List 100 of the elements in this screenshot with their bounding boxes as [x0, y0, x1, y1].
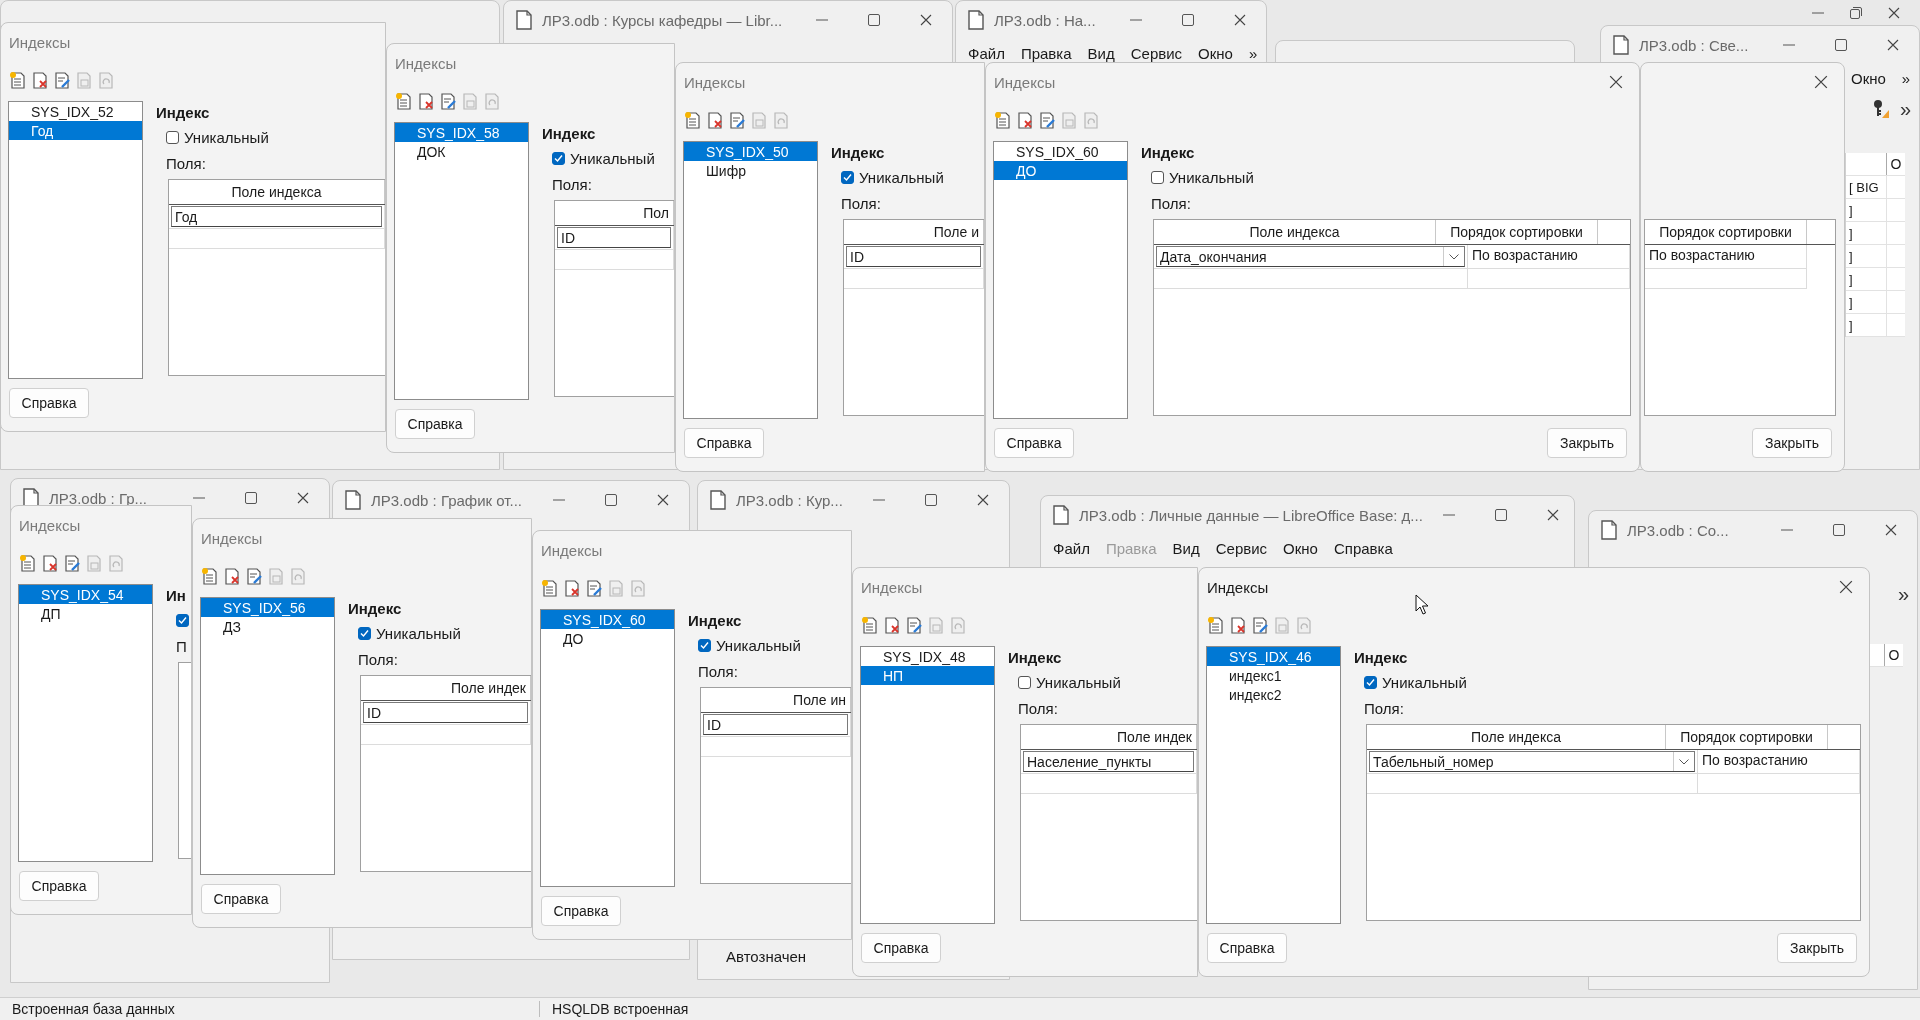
delete-document-icon[interactable]	[563, 579, 581, 597]
text-field[interactable]: ID	[846, 246, 981, 267]
maximize-icon[interactable]	[245, 492, 257, 504]
index-list-item[interactable]: ДОК	[395, 142, 528, 161]
new-document-icon[interactable]	[9, 71, 27, 89]
dropdown-field[interactable]: Табельный_номер	[1369, 751, 1695, 772]
index-list-item[interactable]: ДО	[994, 161, 1127, 180]
menu-item[interactable]: Вид	[1087, 45, 1115, 62]
index-list-item[interactable]: индекс2	[1207, 685, 1340, 704]
edit-document-icon[interactable]	[1038, 111, 1056, 129]
text-field[interactable]: ID	[363, 702, 528, 723]
close-icon[interactable]	[1888, 6, 1900, 19]
help-button[interactable]: Справка	[994, 428, 1074, 458]
edit-document-icon[interactable]	[439, 92, 457, 110]
close-icon[interactable]	[1546, 509, 1559, 521]
close-icon[interactable]	[1814, 75, 1828, 89]
close-icon[interactable]	[1234, 14, 1246, 26]
close-icon[interactable]	[1839, 580, 1853, 594]
checkbox[interactable]	[176, 613, 189, 627]
checkbox[interactable]	[1018, 675, 1031, 689]
minimize-icon[interactable]	[1442, 514, 1455, 516]
delete-document-icon[interactable]	[883, 616, 901, 634]
maximize-icon[interactable]	[868, 14, 880, 26]
close-icon[interactable]	[297, 492, 309, 504]
menu-item[interactable]: Файл	[1053, 540, 1090, 557]
menu-item[interactable]: Вид	[1172, 540, 1200, 557]
maximize-icon[interactable]	[1182, 14, 1194, 26]
minimize-icon[interactable]	[1812, 11, 1824, 14]
close-icon[interactable]	[977, 494, 989, 506]
index-list-item[interactable]: ДЗ	[201, 617, 334, 636]
key-icon[interactable]	[1871, 99, 1890, 119]
text-field[interactable]: Год	[171, 206, 382, 227]
new-document-icon[interactable]	[994, 111, 1012, 129]
index-list-item[interactable]: SYS_IDX_46	[1207, 647, 1340, 666]
help-button[interactable]: Справка	[684, 428, 764, 458]
delete-document-icon[interactable]	[41, 554, 59, 572]
new-document-icon[interactable]	[201, 567, 219, 585]
index-list-item[interactable]: Год	[9, 121, 142, 140]
index-list-item[interactable]: ДО	[541, 629, 674, 648]
edit-document-icon[interactable]	[245, 567, 263, 585]
new-document-icon[interactable]	[541, 579, 559, 597]
delete-document-icon[interactable]	[31, 71, 49, 89]
close-dialog-button[interactable]: Закрыть	[1547, 428, 1627, 458]
menu-item[interactable]: »	[1901, 70, 1911, 87]
menu-item[interactable]: Окно	[1851, 70, 1886, 87]
text-field[interactable]: ID	[703, 714, 848, 735]
index-list-item[interactable]: индекс1	[1207, 666, 1340, 685]
new-document-icon[interactable]	[395, 92, 413, 110]
index-list-item[interactable]: ДП	[19, 604, 152, 623]
checkbox[interactable]	[166, 130, 179, 144]
delete-document-icon[interactable]	[417, 92, 435, 110]
menu-item[interactable]: Файл	[968, 45, 1005, 62]
checkbox[interactable]	[698, 638, 711, 652]
checkbox[interactable]	[1151, 170, 1164, 184]
help-button[interactable]: Справка	[861, 933, 941, 963]
toolbar-overflow-button[interactable]: »	[1899, 97, 1911, 121]
index-list-item[interactable]: НП	[861, 666, 994, 685]
new-document-icon[interactable]	[684, 111, 702, 129]
checkbox[interactable]	[1364, 675, 1377, 689]
edit-document-icon[interactable]	[1251, 616, 1269, 634]
menu-item[interactable]: »	[1248, 45, 1258, 62]
new-document-icon[interactable]	[19, 554, 37, 572]
delete-document-icon[interactable]	[706, 111, 724, 129]
maximize-icon[interactable]	[1833, 524, 1845, 536]
checkbox[interactable]	[841, 170, 854, 184]
help-button[interactable]: Справка	[201, 884, 281, 914]
maximize-icon[interactable]	[925, 494, 937, 506]
close-dialog-button[interactable]: Закрыть	[1752, 428, 1832, 458]
close-icon[interactable]	[1609, 75, 1623, 89]
menu-item[interactable]: Сервис	[1130, 45, 1183, 62]
index-list-item[interactable]: SYS_IDX_50	[684, 142, 817, 161]
maximize-icon[interactable]	[1835, 39, 1847, 51]
maximize-icon[interactable]	[605, 494, 617, 506]
delete-document-icon[interactable]	[1016, 111, 1034, 129]
delete-document-icon[interactable]	[223, 567, 241, 585]
index-list-item[interactable]: SYS_IDX_52	[9, 102, 142, 121]
edit-document-icon[interactable]	[585, 579, 603, 597]
index-list-item[interactable]: SYS_IDX_58	[395, 123, 528, 142]
close-icon[interactable]	[920, 14, 932, 26]
text-field[interactable]: ID	[557, 227, 671, 248]
help-button[interactable]: Справка	[1207, 933, 1287, 963]
restore-icon[interactable]	[1850, 6, 1862, 19]
close-icon[interactable]	[657, 494, 669, 506]
index-list-item[interactable]: SYS_IDX_56	[201, 598, 334, 617]
menu-item[interactable]: Окно	[1283, 540, 1318, 557]
edit-document-icon[interactable]	[728, 111, 746, 129]
edit-document-icon[interactable]	[905, 616, 923, 634]
text-field[interactable]: Население_пункты	[1023, 751, 1194, 772]
dropdown-field[interactable]: Дата_окончания	[1156, 246, 1465, 267]
menu-item[interactable]: Окно	[1198, 45, 1233, 62]
help-button[interactable]: Справка	[395, 409, 475, 439]
edit-document-icon[interactable]	[63, 554, 81, 572]
close-icon[interactable]	[1887, 39, 1899, 51]
help-button[interactable]: Справка	[9, 388, 89, 418]
index-list-item[interactable]: SYS_IDX_60	[994, 142, 1127, 161]
delete-document-icon[interactable]	[1229, 616, 1247, 634]
help-button[interactable]: Справка	[19, 871, 99, 901]
close-icon[interactable]	[1885, 524, 1897, 536]
close-dialog-button[interactable]: Закрыть	[1777, 933, 1857, 963]
index-list-item[interactable]: Шифр	[684, 161, 817, 180]
